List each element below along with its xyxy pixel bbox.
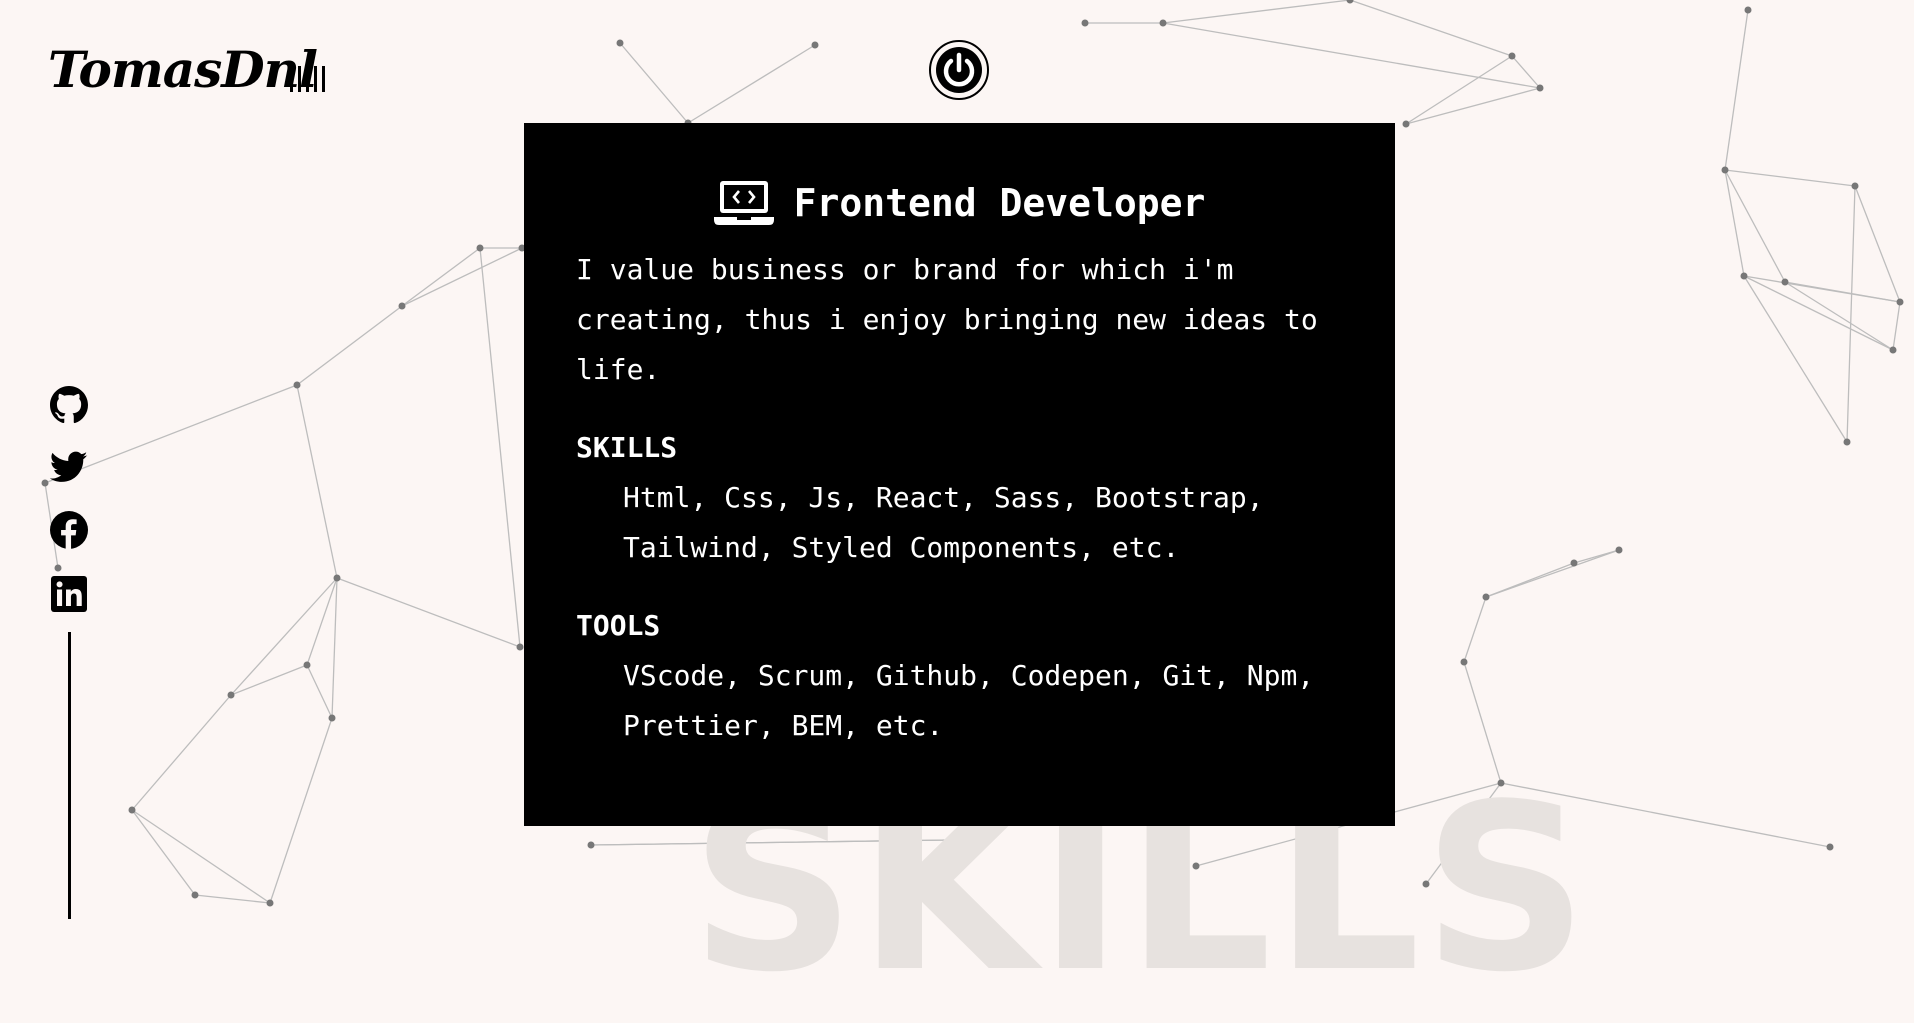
network-edge [131, 809, 196, 896]
network-node [516, 643, 524, 651]
network-node [41, 479, 49, 487]
site-logo[interactable]: TomasDnl [48, 40, 318, 99]
network-node [333, 574, 341, 582]
network-node [128, 806, 136, 814]
network-edge [1349, 0, 1513, 57]
network-edge [230, 577, 338, 696]
network-node [266, 899, 274, 907]
network-node [1843, 438, 1851, 446]
network-node [1744, 6, 1752, 14]
network-edge [479, 247, 521, 648]
skills-heading: SKILLS [576, 431, 678, 464]
tools-list: VScode, Scrum, Github, Codepen, Git, Npm… [623, 659, 1315, 742]
menu-bars-icon[interactable] [290, 66, 325, 92]
network-node [1740, 272, 1748, 280]
network-edge [269, 717, 333, 904]
network-edge [1162, 0, 1351, 24]
linkedin-icon [51, 576, 87, 612]
network-node [1346, 0, 1354, 4]
network-edge [1854, 185, 1901, 303]
network-node [1402, 120, 1410, 128]
network-node [1570, 559, 1578, 567]
network-edge [296, 384, 338, 579]
network-node [1721, 166, 1729, 174]
network-edge [336, 577, 521, 648]
card-title: Frontend Developer [793, 181, 1206, 225]
network-edge [1724, 169, 1786, 283]
power-icon [936, 47, 982, 93]
network-edge [230, 664, 308, 696]
network-edge [1724, 9, 1749, 171]
network-node [227, 691, 235, 699]
network-node [398, 302, 406, 310]
network-node [1851, 182, 1859, 190]
network-edge [401, 247, 481, 307]
card-header: Frontend Developer [576, 173, 1343, 233]
network-edge [1405, 87, 1541, 125]
social-facebook-link[interactable] [50, 511, 88, 549]
network-edge [1405, 55, 1513, 125]
network-edge [306, 664, 333, 719]
social-github-link[interactable] [50, 386, 88, 424]
network-edge [1463, 596, 1487, 663]
network-node [1826, 843, 1834, 851]
social-divider-line [68, 632, 71, 919]
network-edge [131, 809, 271, 904]
twitter-icon [50, 451, 88, 482]
network-edge [401, 247, 523, 307]
network-node [1615, 546, 1623, 554]
network-node [1896, 298, 1904, 306]
network-edge [1485, 549, 1620, 598]
network-node [1081, 19, 1089, 27]
network-node [1159, 19, 1167, 27]
network-edge [1846, 185, 1856, 443]
network-edge [296, 305, 403, 386]
network-node [476, 244, 484, 252]
network-node [303, 661, 311, 669]
network-edge [331, 577, 338, 719]
power-button[interactable] [929, 40, 989, 100]
skills-card: Frontend Developer I value business or b… [524, 123, 1395, 826]
network-node [328, 714, 336, 722]
network-node [811, 41, 819, 49]
network-node [191, 891, 199, 899]
skills-list: Html, Css, Js, React, Sass, Bootstrap, T… [623, 481, 1264, 564]
network-edge [1724, 169, 1856, 187]
laptop-code-icon [713, 181, 774, 225]
github-icon [50, 386, 88, 424]
network-node [587, 841, 595, 849]
social-twitter-link[interactable] [50, 448, 88, 486]
intro-text: I value business or brand for which i'm … [576, 253, 1318, 386]
network-edge [687, 44, 816, 124]
facebook-icon [50, 511, 88, 549]
network-node [54, 564, 62, 572]
network-node [616, 39, 624, 47]
network-edge [619, 42, 689, 124]
tools-heading: TOOLS [576, 609, 661, 642]
network-edge [1724, 169, 1745, 277]
network-node [1781, 278, 1789, 286]
network-edge [1784, 281, 1901, 303]
network-node [293, 381, 301, 389]
network-edge [1892, 301, 1901, 351]
network-node [1889, 346, 1897, 354]
network-edge [1162, 22, 1541, 89]
network-node [1482, 593, 1490, 601]
social-linkedin-link[interactable] [50, 575, 88, 613]
network-node [1460, 658, 1468, 666]
network-edge [306, 577, 338, 666]
network-node [1508, 52, 1516, 60]
network-edge [1511, 55, 1541, 89]
network-node [1536, 84, 1544, 92]
network-edge [131, 694, 232, 811]
